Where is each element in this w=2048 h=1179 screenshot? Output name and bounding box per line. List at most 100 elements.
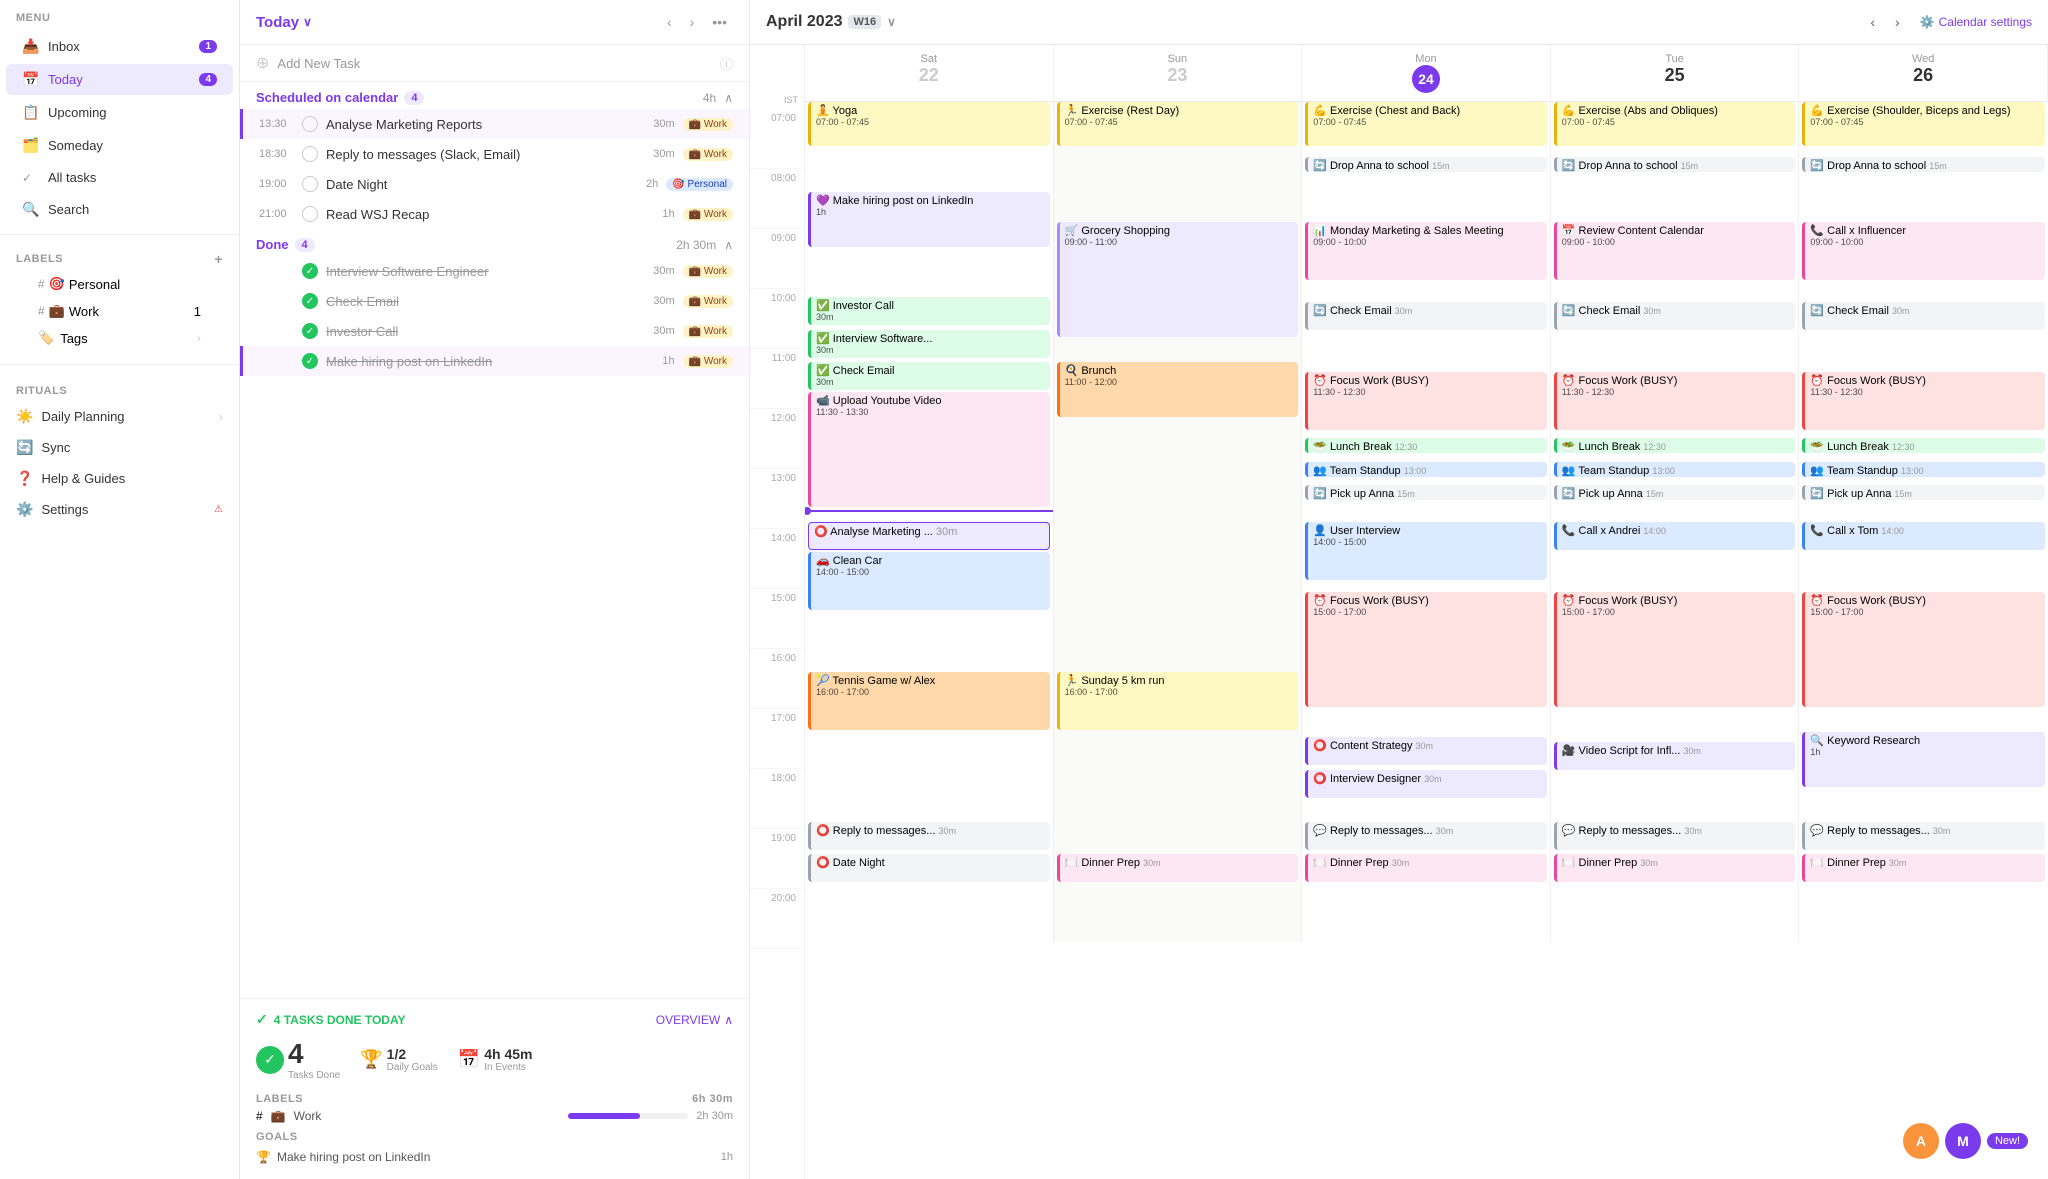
task-checkbox-3[interactable]	[302, 176, 318, 192]
task-checkbox-done-3[interactable]: ✓	[302, 323, 318, 339]
event-wed-exercise[interactable]: 💪 Exercise (Shoulder, Biceps and Legs) 0…	[1802, 102, 2045, 146]
event-mon-pickupanna[interactable]: 🔄 Pick up Anna 15m	[1305, 485, 1547, 500]
task-checkbox-2[interactable]	[302, 146, 318, 162]
event-sat-interview[interactable]: ✅ Interview Software... 30m	[808, 330, 1050, 358]
new-badge-button[interactable]: New!	[1987, 1133, 2028, 1149]
event-wed-dropanna[interactable]: 🔄 Drop Anna to school 15m	[1802, 157, 2045, 172]
tags-item[interactable]: 🏷️ Tags ›	[22, 325, 217, 351]
calendar-title-button[interactable]: April 2023 W16 ∨	[766, 13, 896, 31]
task-item-reply[interactable]: 18:30 Reply to messages (Slack, Email) 3…	[240, 139, 749, 169]
event-mon-exercise[interactable]: 💪 Exercise (Chest and Back) 07:00 - 07:4…	[1305, 102, 1547, 146]
task-item-interview[interactable]: ✓ Interview Software Engineer 30m 💼 Work	[240, 256, 749, 286]
event-sun-run[interactable]: 🏃 Sunday 5 km run 16:00 - 17:00	[1057, 672, 1299, 730]
event-tue-exercise[interactable]: 💪 Exercise (Abs and Obliques) 07:00 - 07…	[1554, 102, 1796, 146]
event-mon-standup[interactable]: 👥 Team Standup 13:00	[1305, 462, 1547, 477]
event-sat-datenight[interactable]: ⭕ Date Night	[808, 854, 1050, 882]
cal-next-button[interactable]: ›	[1887, 10, 1908, 34]
event-sat-tennis[interactable]: 🎾 Tennis Game w/ Alex 16:00 - 17:00	[808, 672, 1050, 730]
event-mon-focus1[interactable]: ⏰ Focus Work (BUSY) 11:30 - 12:30	[1305, 372, 1547, 430]
event-tue-dropanna[interactable]: 🔄 Drop Anna to school 15m	[1554, 157, 1796, 172]
event-wed-focus1[interactable]: ⏰ Focus Work (BUSY) 11:30 - 12:30	[1802, 372, 2045, 430]
event-sat-youtube[interactable]: 📹 Upload Youtube Video 11:30 - 13:30	[808, 392, 1050, 507]
event-sat-yoga[interactable]: 🧘 Yoga 07:00 - 07:45	[808, 102, 1050, 146]
done-toggle-button[interactable]: ∧	[724, 238, 733, 252]
nav-next-button[interactable]: ›	[684, 12, 701, 32]
event-sat-analyse[interactable]: ⭕ Analyse Marketing ... 30m	[808, 522, 1050, 550]
goal-item-1[interactable]: 🏆 Make hiring post on LinkedIn 1h	[256, 1147, 733, 1167]
sidebar-item-inbox[interactable]: 📥 Inbox 1	[6, 31, 233, 62]
label-personal[interactable]: # 🎯 Personal	[22, 271, 217, 297]
event-sun-dinner[interactable]: 🍽️ Dinner Prep 30m	[1057, 854, 1299, 882]
task-item-analyse[interactable]: 13:30 Analyse Marketing Reports 30m 💼 Wo…	[240, 109, 749, 139]
event-tue-pickupanna[interactable]: 🔄 Pick up Anna 15m	[1554, 485, 1796, 500]
event-wed-standup[interactable]: 👥 Team Standup 13:00	[1802, 462, 2045, 477]
event-wed-pickupanna[interactable]: 🔄 Pick up Anna 15m	[1802, 485, 2045, 500]
task-checkbox-done-1[interactable]: ✓	[302, 263, 318, 279]
event-sat-hiring[interactable]: 💜 Make hiring post on LinkedIn 1h	[808, 192, 1050, 247]
ritual-sync[interactable]: 🔄 Sync	[6, 432, 233, 463]
task-checkbox-1[interactable]	[302, 116, 318, 132]
label-work[interactable]: # 💼 Work 1	[22, 298, 217, 324]
event-wed-dinner[interactable]: 🍽️ Dinner Prep 30m	[1802, 854, 2045, 882]
event-mon-userinterview[interactable]: 👤 User Interview 14:00 - 15:00	[1305, 522, 1547, 580]
event-tue-reply[interactable]: 💬 Reply to messages... 30m	[1554, 822, 1796, 850]
event-tue-standup[interactable]: 👥 Team Standup 13:00	[1554, 462, 1796, 477]
task-item-investorcall[interactable]: ✓ Investor Call 30m 💼 Work	[240, 316, 749, 346]
event-sun-exercise[interactable]: 🏃 Exercise (Rest Day) 07:00 - 07:45	[1057, 102, 1299, 146]
add-task-row[interactable]: ⊕ Add New Task ⓘ	[240, 45, 749, 82]
event-mon-lunch[interactable]: 🥗 Lunch Break 12:30	[1305, 438, 1547, 453]
task-item-checkemail[interactable]: ✓ Check Email 30m 💼 Work	[240, 286, 749, 316]
sidebar-item-someday[interactable]: 🗂️ Someday	[6, 130, 233, 161]
event-sat-checkemail[interactable]: ✅ Check Email 30m	[808, 362, 1050, 390]
event-mon-dinner[interactable]: 🍽️ Dinner Prep 30m	[1305, 854, 1547, 882]
event-sat-cleancar[interactable]: 🚗 Clean Car 14:00 - 15:00	[808, 552, 1050, 610]
event-sat-reply[interactable]: ⭕ Reply to messages... 30m	[808, 822, 1050, 850]
event-wed-lunch[interactable]: 🥗 Lunch Break 12:30	[1802, 438, 2045, 453]
event-tue-focus1[interactable]: ⏰ Focus Work (BUSY) 11:30 - 12:30	[1554, 372, 1796, 430]
task-item-hiring[interactable]: ✓ Make hiring post on LinkedIn 1h 💼 Work	[240, 346, 749, 376]
event-wed-checkemail[interactable]: 🔄 Check Email 30m	[1802, 302, 2045, 330]
event-wed-callinfluencer[interactable]: 📞 Call x Influencer 09:00 - 10:00	[1802, 222, 2045, 280]
task-checkbox-done-2[interactable]: ✓	[302, 293, 318, 309]
event-wed-calltom[interactable]: 📞 Call x Tom 14:00	[1802, 522, 2045, 550]
nav-more-button[interactable]: •••	[706, 12, 733, 32]
event-mon-marketing[interactable]: 📊 Monday Marketing & Sales Meeting 09:00…	[1305, 222, 1547, 280]
avatar-button-1[interactable]: A	[1903, 1123, 1939, 1159]
ritual-daily-planning[interactable]: ☀️ Daily Planning ›	[6, 401, 233, 432]
ritual-settings[interactable]: ⚙️ Settings ⚠	[6, 494, 233, 525]
event-tue-checkemail[interactable]: 🔄 Check Email 30m	[1554, 302, 1796, 330]
scheduled-toggle-button[interactable]: ∧	[724, 91, 733, 105]
event-sun-brunch[interactable]: 🍳 Brunch 11:00 - 12:00	[1057, 362, 1299, 417]
event-mon-contentstrategy[interactable]: ⭕ Content Strategy 30m	[1305, 737, 1547, 765]
event-sat-investorcall[interactable]: ✅ Investor Call 30m	[808, 297, 1050, 325]
task-checkbox-4[interactable]	[302, 206, 318, 222]
avatar-button-2[interactable]: M	[1945, 1123, 1981, 1159]
event-tue-reviewcontent[interactable]: 📅 Review Content Calendar 09:00 - 10:00	[1554, 222, 1796, 280]
sidebar-item-alltasks[interactable]: ✓ All tasks	[6, 163, 233, 192]
event-mon-reply[interactable]: 💬 Reply to messages... 30m	[1305, 822, 1547, 850]
event-wed-keyword[interactable]: 🔍 Keyword Research 1h	[1802, 732, 2045, 787]
today-header-button[interactable]: Today ∨	[256, 14, 312, 31]
event-sun-grocery[interactable]: 🛒 Grocery Shopping 09:00 - 11:00	[1057, 222, 1299, 337]
event-tue-lunch[interactable]: 🥗 Lunch Break 12:30	[1554, 438, 1796, 453]
event-mon-focus2[interactable]: ⏰ Focus Work (BUSY) 15:00 - 17:00	[1305, 592, 1547, 707]
event-tue-callandrei[interactable]: 📞 Call x Andrei 14:00	[1554, 522, 1796, 550]
nav-prev-button[interactable]: ‹	[661, 12, 678, 32]
event-wed-focus2[interactable]: ⏰ Focus Work (BUSY) 15:00 - 17:00	[1802, 592, 2045, 707]
calendar-settings-button[interactable]: ⚙️ Calendar settings	[1920, 15, 2032, 29]
add-label-button[interactable]: +	[214, 251, 223, 267]
task-item-datenight[interactable]: 19:00 Date Night 2h 🎯 Personal	[240, 169, 749, 199]
task-item-wsj[interactable]: 21:00 Read WSJ Recap 1h 💼 Work	[240, 199, 749, 229]
event-wed-reply[interactable]: 💬 Reply to messages... 30m	[1802, 822, 2045, 850]
event-mon-checkemail[interactable]: 🔄 Check Email 30m	[1305, 302, 1547, 330]
event-mon-dropanna[interactable]: 🔄 Drop Anna to school 15m	[1305, 157, 1547, 172]
overview-button[interactable]: OVERVIEW ∧	[656, 1013, 733, 1027]
event-tue-videoscript[interactable]: 🎥 Video Script for Infl... 30m	[1554, 742, 1796, 770]
sidebar-item-upcoming[interactable]: 📋 Upcoming	[6, 97, 233, 128]
sidebar-item-search[interactable]: 🔍 Search	[6, 194, 233, 225]
event-tue-focus2[interactable]: ⏰ Focus Work (BUSY) 15:00 - 17:00	[1554, 592, 1796, 707]
sidebar-item-today[interactable]: 📅 Today 4	[6, 64, 233, 95]
ritual-help[interactable]: ❓ Help & Guides	[6, 463, 233, 494]
cal-prev-button[interactable]: ‹	[1862, 10, 1883, 34]
task-checkbox-done-4[interactable]: ✓	[302, 353, 318, 369]
